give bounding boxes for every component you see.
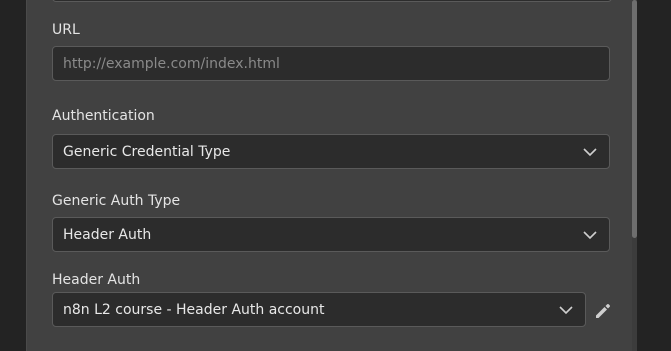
chevron-down-icon [583, 148, 597, 157]
generic-auth-type-label: Generic Auth Type [52, 193, 181, 209]
url-placeholder: http://example.com/index.html [63, 56, 280, 72]
url-input[interactable]: http://example.com/index.html [52, 46, 610, 81]
parameters-panel: URL http://example.com/index.html Authen… [26, 0, 637, 351]
generic-auth-type-select[interactable]: Header Auth [52, 217, 610, 252]
authentication-selected-value: Generic Credential Type [63, 144, 231, 160]
previous-field-input[interactable] [52, 0, 612, 2]
header-auth-selected-value: n8n L2 course - Header Auth account [63, 302, 325, 318]
chevron-down-icon [559, 306, 573, 315]
authentication-label: Authentication [52, 108, 155, 124]
authentication-select[interactable]: Generic Credential Type [52, 134, 610, 169]
url-label: URL [52, 22, 80, 38]
header-auth-credential-select[interactable]: n8n L2 course - Header Auth account [52, 292, 586, 327]
generic-auth-type-selected-value: Header Auth [63, 227, 152, 243]
scrollbar-thumb[interactable] [632, 0, 637, 238]
pencil-icon[interactable] [594, 302, 612, 320]
chevron-down-icon [583, 231, 597, 240]
header-auth-label: Header Auth [52, 272, 141, 288]
app-background: URL http://example.com/index.html Authen… [0, 0, 671, 351]
